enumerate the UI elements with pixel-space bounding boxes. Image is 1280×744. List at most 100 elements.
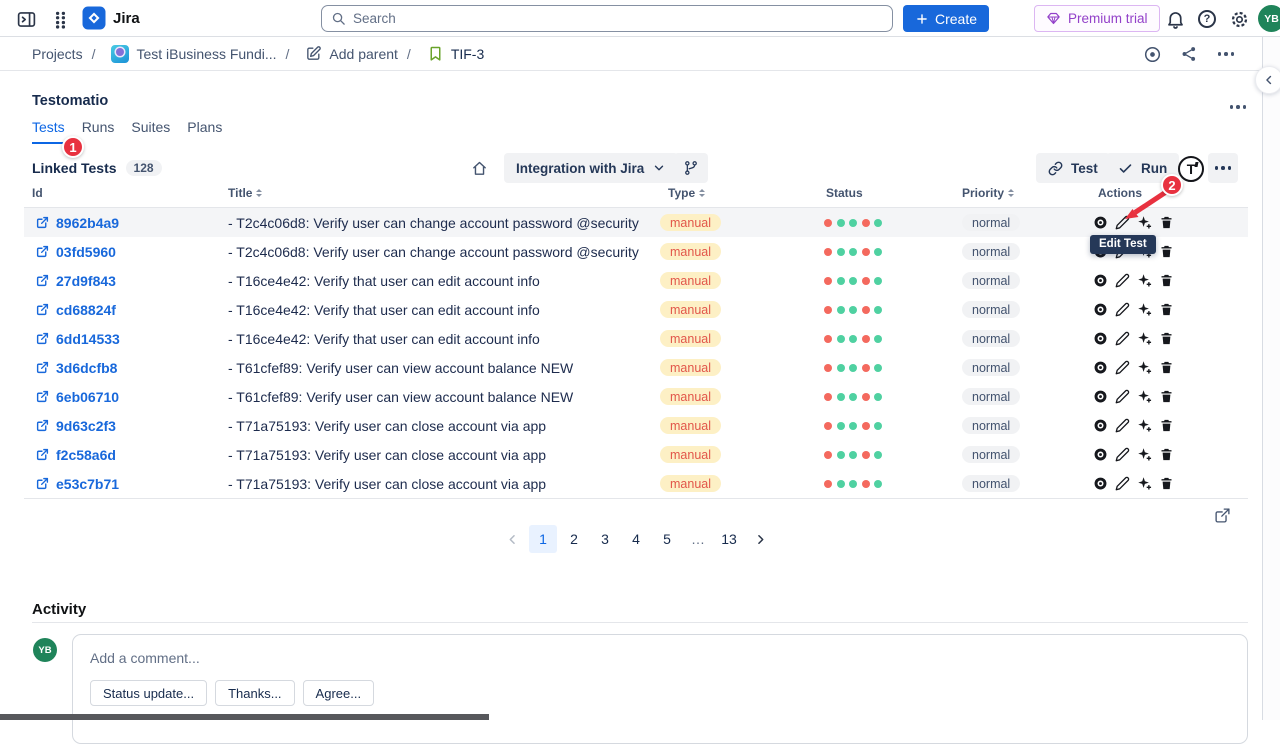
table-row[interactable]: e53c7b71 - T71a75193: Verify user can cl… xyxy=(24,469,1248,498)
delete-test-button[interactable] xyxy=(1158,447,1174,463)
ai-assist-button[interactable] xyxy=(1136,389,1152,405)
edit-test-button[interactable] xyxy=(1114,273,1130,289)
table-row[interactable]: 6eb06710 - T61cfef89: Verify user can vi… xyxy=(24,382,1248,411)
breadcrumb-issue[interactable]: TIF-3 xyxy=(407,45,484,62)
create-button[interactable]: Create xyxy=(903,5,989,32)
pagination-prev-icon[interactable] xyxy=(498,525,526,553)
panel-more-button[interactable] xyxy=(1224,93,1252,121)
view-test-button[interactable] xyxy=(1092,389,1108,405)
test-id-link[interactable]: e53c7b71 xyxy=(56,476,119,492)
table-row[interactable]: f2c58a6d - T71a75193: Verify user can cl… xyxy=(24,440,1248,469)
ai-assist-button[interactable] xyxy=(1136,302,1152,318)
more-actions-button[interactable] xyxy=(1212,40,1240,68)
test-id-link[interactable]: 9d63c2f3 xyxy=(56,418,116,434)
tab-suites[interactable]: Suites xyxy=(131,119,170,144)
quick-reply-chip[interactable]: Status update... xyxy=(90,680,207,706)
collapse-panel-button[interactable] xyxy=(1255,66,1280,94)
view-test-button[interactable] xyxy=(1092,447,1108,463)
view-test-button[interactable] xyxy=(1092,273,1108,289)
watch-button[interactable] xyxy=(1138,40,1166,68)
share-button[interactable] xyxy=(1175,40,1203,68)
comment-box[interactable]: Add a comment... Status update... Thanks.… xyxy=(72,634,1248,744)
test-id-link[interactable]: 6eb06710 xyxy=(56,389,119,405)
export-icon[interactable] xyxy=(1214,507,1231,524)
tab-plans[interactable]: Plans xyxy=(187,119,222,144)
pagination-page-3[interactable]: 3 xyxy=(591,525,619,553)
user-avatar[interactable]: YB xyxy=(1258,5,1280,32)
quick-reply-chip[interactable]: Agree... xyxy=(303,680,375,706)
column-header-title[interactable]: Title xyxy=(228,186,262,200)
view-test-button[interactable] xyxy=(1092,215,1108,231)
quick-reply-chip[interactable]: Thanks... xyxy=(215,680,294,706)
ai-assist-button[interactable] xyxy=(1136,476,1152,492)
test-id-link[interactable]: cd68824f xyxy=(56,302,116,318)
testomatio-logo[interactable]: T xyxy=(1178,156,1204,182)
delete-test-button[interactable] xyxy=(1158,244,1174,260)
view-test-button[interactable] xyxy=(1092,418,1108,434)
help-icon[interactable]: ? xyxy=(1195,7,1219,31)
delete-test-button[interactable] xyxy=(1158,360,1174,376)
pagination-next-icon[interactable] xyxy=(746,525,774,553)
delete-test-button[interactable] xyxy=(1158,273,1174,289)
delete-test-button[interactable] xyxy=(1158,418,1174,434)
column-header-priority[interactable]: Priority xyxy=(962,186,1014,200)
test-id-link[interactable]: 3d6dcfb8 xyxy=(56,360,117,376)
pagination-page-13[interactable]: 13 xyxy=(715,525,743,553)
premium-trial-button[interactable]: Premium trial xyxy=(1034,5,1160,32)
test-id-link[interactable]: 03fd5960 xyxy=(56,244,116,260)
sidebar-toggle-icon[interactable] xyxy=(14,7,38,31)
table-row[interactable]: cd68824f - T16ce4e42: Verify that user c… xyxy=(24,295,1248,324)
pagination-page-1[interactable]: 1 xyxy=(529,525,557,553)
test-id-link[interactable]: 6dd14533 xyxy=(56,331,120,347)
branch-icon-button[interactable] xyxy=(674,153,708,183)
edit-test-button[interactable] xyxy=(1114,447,1130,463)
ai-assist-button[interactable] xyxy=(1136,273,1152,289)
view-test-button[interactable] xyxy=(1092,476,1108,492)
edit-test-button[interactable] xyxy=(1114,360,1130,376)
table-row[interactable]: 9d63c2f3 - T71a75193: Verify user can cl… xyxy=(24,411,1248,440)
ai-assist-button[interactable] xyxy=(1136,360,1152,376)
tab-tests[interactable]: Tests xyxy=(32,119,65,144)
pagination-page-5[interactable]: 5 xyxy=(653,525,681,553)
table-row[interactable]: 03fd5960 - T2c4c06d8: Verify user can ch… xyxy=(24,237,1248,266)
search-input[interactable] xyxy=(353,11,883,26)
branch-selector[interactable]: Integration with Jira xyxy=(504,153,678,183)
test-id-link[interactable]: 8962b4a9 xyxy=(56,215,119,231)
edit-test-button[interactable] xyxy=(1114,418,1130,434)
view-test-button[interactable] xyxy=(1092,360,1108,376)
comment-input[interactable]: Add a comment... xyxy=(90,650,200,666)
table-row[interactable]: 8962b4a9 - T2c4c06d8: Verify user can ch… xyxy=(24,208,1248,237)
test-id-link[interactable]: 27d9f843 xyxy=(56,273,116,289)
jira-logo[interactable]: Jira xyxy=(82,6,140,30)
view-test-button[interactable] xyxy=(1092,302,1108,318)
edit-test-button[interactable] xyxy=(1114,331,1130,347)
breadcrumb-project[interactable]: Test iBusiness Fundi... xyxy=(92,45,277,63)
view-test-button[interactable] xyxy=(1092,331,1108,347)
test-id-link[interactable]: f2c58a6d xyxy=(56,447,116,463)
pagination-page-2[interactable]: 2 xyxy=(560,525,588,553)
edit-test-button[interactable] xyxy=(1114,476,1130,492)
table-row[interactable]: 6dd14533 - T16ce4e42: Verify that user c… xyxy=(24,324,1248,353)
column-header-status[interactable]: Status xyxy=(826,186,863,200)
table-row[interactable]: 3d6dcfb8 - T61cfef89: Verify user can vi… xyxy=(24,353,1248,382)
notifications-icon[interactable] xyxy=(1163,7,1187,31)
ai-assist-button[interactable] xyxy=(1136,331,1152,347)
tab-runs[interactable]: Runs xyxy=(82,119,115,144)
breadcrumb-projects[interactable]: Projects xyxy=(32,46,83,62)
delete-test-button[interactable] xyxy=(1158,476,1174,492)
edit-test-button[interactable] xyxy=(1114,302,1130,318)
app-switcher-icon[interactable] xyxy=(48,7,72,31)
table-row[interactable]: 27d9f843 - T16ce4e42: Verify that user c… xyxy=(24,266,1248,295)
pagination-page-4[interactable]: 4 xyxy=(622,525,650,553)
delete-test-button[interactable] xyxy=(1158,389,1174,405)
panel-toolbar-more-button[interactable] xyxy=(1208,153,1238,183)
ai-assist-button[interactable] xyxy=(1136,418,1152,434)
home-icon[interactable] xyxy=(471,160,488,177)
column-header-type[interactable]: Type xyxy=(668,186,705,200)
settings-icon[interactable] xyxy=(1227,7,1251,31)
ai-assist-button[interactable] xyxy=(1136,447,1152,463)
link-test-button[interactable]: Test xyxy=(1036,153,1110,183)
delete-test-button[interactable] xyxy=(1158,302,1174,318)
breadcrumb-add-parent[interactable]: Add parent xyxy=(286,45,398,62)
column-header-id[interactable]: Id xyxy=(32,186,43,200)
